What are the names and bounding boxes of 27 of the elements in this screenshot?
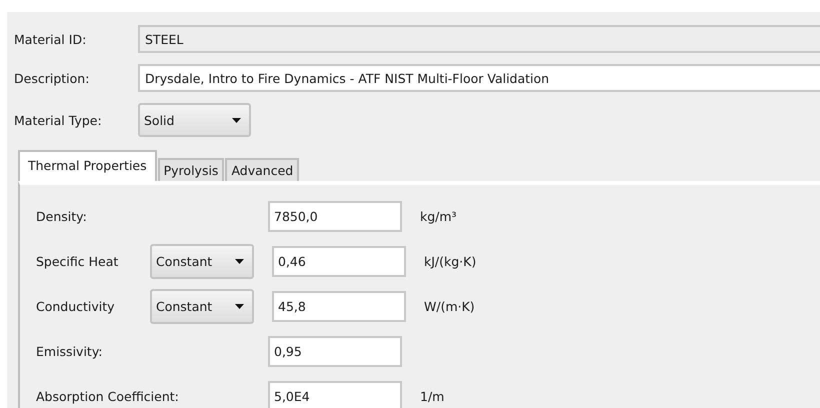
caret-icon xyxy=(235,304,244,309)
value-field[interactable]: 0,46 xyxy=(272,246,406,277)
text-field[interactable]: Drysdale, Intro to Fire Dynamics - ATF NIST Multi-Floor Validation xyxy=(138,64,820,92)
tab[interactable]: Pyrolysis xyxy=(158,158,224,181)
field-label: Material ID: xyxy=(14,32,88,46)
tab[interactable]: Advanced xyxy=(225,158,300,181)
unit-label: kg/m³ xyxy=(420,209,457,224)
mode-dropdown[interactable]: Constant xyxy=(150,244,254,279)
value-field[interactable]: 0,95 xyxy=(268,336,402,367)
field-label: Material Type: xyxy=(14,112,103,128)
caret-icon xyxy=(235,259,244,264)
property-label: Specific Heat xyxy=(36,254,120,269)
value-field[interactable]: 7850,0 xyxy=(268,201,402,232)
value-field[interactable]: 45,8 xyxy=(272,291,406,322)
value-field[interactable]: 5,0E4 xyxy=(268,381,402,408)
unit-label: kJ/(kg·K) xyxy=(424,254,476,269)
property-label: Emissivity: xyxy=(36,344,104,359)
field-label: Description: xyxy=(14,70,90,86)
property-label: Density: xyxy=(36,209,88,224)
property-label: Conductivity xyxy=(36,299,116,314)
property-label: Absorption Coefficient: xyxy=(36,389,180,404)
unit-label: 1/m xyxy=(420,389,444,404)
tab[interactable]: Thermal Properties xyxy=(18,150,157,181)
caret-icon xyxy=(232,118,241,122)
mode-dropdown[interactable]: Constant xyxy=(150,289,254,324)
material-type-dropdown[interactable]: Solid xyxy=(138,103,251,137)
unit-label: W/(m·K) xyxy=(424,299,475,314)
